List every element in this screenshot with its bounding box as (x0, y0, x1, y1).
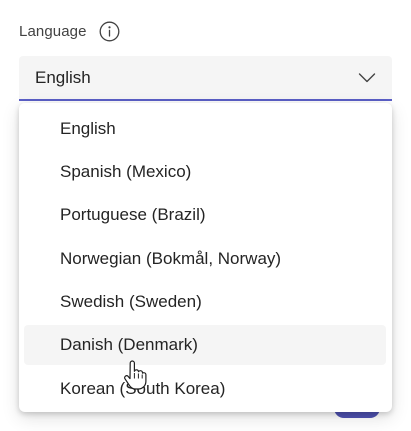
option-swedish-sweden[interactable]: Swedish (Sweden) (24, 282, 386, 322)
option-english[interactable]: English (24, 109, 386, 149)
chevron-down-icon[interactable] (358, 71, 376, 83)
option-label: Norwegian (Bokmål, Norway) (60, 249, 282, 268)
option-label: Korean (South Korea) (60, 379, 226, 398)
language-select[interactable]: English (19, 56, 392, 101)
option-label: English (60, 119, 116, 138)
info-icon[interactable] (99, 21, 120, 42)
option-label: Swedish (Sweden) (60, 292, 202, 311)
option-label: Danish (Denmark) (60, 335, 198, 354)
option-label: Portuguese (Brazil) (60, 205, 206, 224)
option-spanish-mexico[interactable]: Spanish (Mexico) (24, 152, 386, 192)
option-norwegian-bokmal-norway[interactable]: Norwegian (Bokmål, Norway) (24, 239, 386, 279)
language-settings-panel: Language English English Spanish (Mexico… (0, 0, 411, 431)
language-label-row: Language (19, 18, 120, 44)
language-label: Language (19, 22, 87, 40)
option-danish-denmark[interactable]: Danish (Denmark) (24, 325, 386, 365)
option-portuguese-brazil[interactable]: Portuguese (Brazil) (24, 195, 386, 235)
language-dropdown-list: English Spanish (Mexico) Portuguese (Bra… (19, 103, 392, 412)
language-select-value: English (35, 68, 91, 87)
option-korean-south-korea[interactable]: Korean (South Korea) (24, 369, 386, 409)
option-label: Spanish (Mexico) (60, 162, 192, 181)
